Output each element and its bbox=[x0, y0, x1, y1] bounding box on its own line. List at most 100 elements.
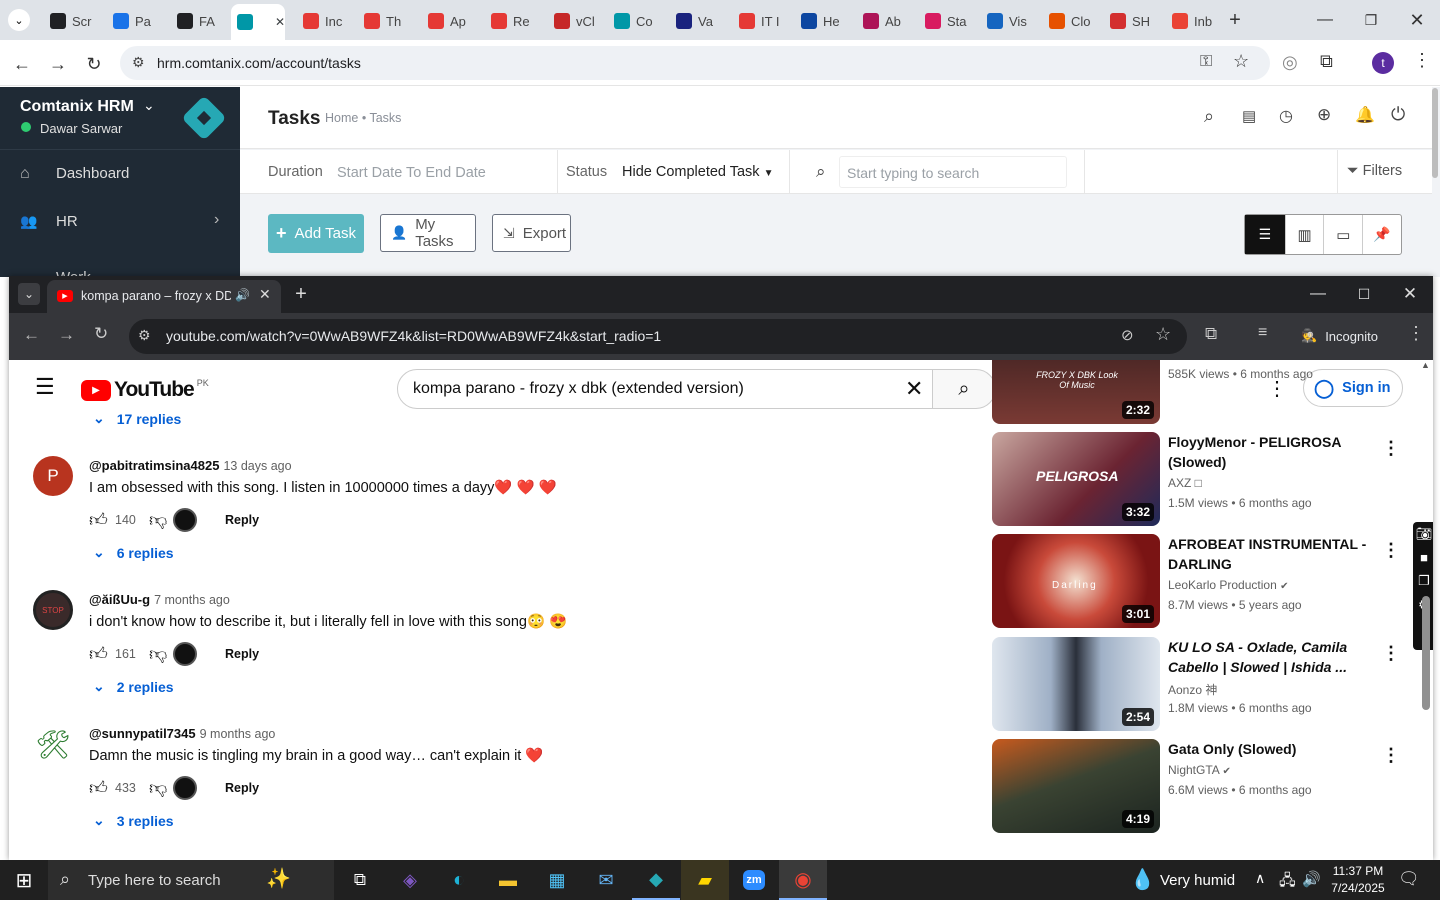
inner-new-tab-button[interactable]: + bbox=[289, 282, 313, 306]
calendar-view-icon[interactable]: ▭ bbox=[1323, 215, 1362, 254]
related-video[interactable]: PELIGROSA 3:32 FloyyMenor - PELIGROSA (S… bbox=[992, 432, 1412, 528]
forward-icon[interactable]: → bbox=[46, 52, 70, 76]
related-video[interactable]: Darling 3:01 AFROBEAT INSTRUMENTAL - DAR… bbox=[992, 534, 1412, 630]
audio-icon[interactable]: 🔊 bbox=[235, 288, 250, 302]
copilot-icon[interactable]: ◈ bbox=[386, 860, 434, 900]
weather-text[interactable]: Very humid bbox=[1160, 872, 1235, 889]
video-menu-icon[interactable]: ⋮ bbox=[1382, 540, 1400, 561]
inner-tab-active[interactable]: ▶ kompa parano – frozy x DD 🔊 ✕ bbox=[47, 280, 281, 313]
volume-icon[interactable]: 🔊 bbox=[1302, 870, 1321, 888]
export-button[interactable]: ⇲ Export bbox=[492, 214, 571, 252]
inner-close-button[interactable]: ✕ bbox=[1395, 282, 1425, 306]
like-icon[interactable]: 👍︎ bbox=[89, 509, 115, 531]
reload-icon[interactable]: ↻ bbox=[82, 52, 106, 76]
video-menu-icon[interactable]: ⋮ bbox=[1382, 438, 1400, 459]
filters-button[interactable]: ⏷ Filters bbox=[1347, 163, 1402, 179]
bookmark-star-icon[interactable]: ☆ bbox=[1155, 324, 1171, 345]
reply-button[interactable]: Reply bbox=[225, 781, 259, 795]
status-select[interactable]: Hide Completed Task ▼ bbox=[622, 164, 774, 180]
restore-button[interactable]: ❐ bbox=[1356, 8, 1386, 32]
related-video[interactable]: 4:19 Gata Only (Slowed) NightGTA ✔ 6.6M … bbox=[992, 739, 1412, 835]
taskbar-search-box[interactable]: ⌕ Type here to search ✨ bbox=[48, 860, 334, 900]
sidebar-item-work[interactable]: Work bbox=[0, 247, 240, 277]
outer-tab-active[interactable]: ✕ bbox=[231, 4, 285, 40]
camera-icon[interactable]: 📷︎ bbox=[1416, 526, 1433, 542]
related-video[interactable]: 2:54 KU LO SA - Oxlade, Camila Cabello |… bbox=[992, 637, 1412, 733]
outer-tab[interactable]: Sta bbox=[915, 8, 967, 34]
like-icon[interactable]: 👍︎ bbox=[89, 643, 115, 665]
outer-tab[interactable]: Scr bbox=[40, 8, 92, 34]
notification-icon[interactable]: 🗨 bbox=[1398, 869, 1420, 889]
clock[interactable]: 11:37 PM 7/24/2025 bbox=[1328, 863, 1388, 897]
outer-tab[interactable]: Va bbox=[666, 8, 713, 34]
avatar[interactable]: P bbox=[33, 456, 73, 496]
site-info-icon[interactable]: ⚙ bbox=[132, 54, 145, 71]
extensions-icon[interactable]: ⧉ bbox=[1320, 51, 1333, 72]
video-channel[interactable]: NightGTA ✔ bbox=[1168, 763, 1231, 777]
new-tab-button[interactable]: + bbox=[1224, 9, 1246, 31]
youtube-search-button[interactable]: ⌕ bbox=[932, 369, 996, 409]
board-view-icon[interactable]: ▥ bbox=[1284, 215, 1324, 254]
sidebar-item-hr[interactable]: 👥 HR › bbox=[0, 199, 240, 245]
youtube-search-box[interactable]: kompa parano - frozy x dbk (extended ver… bbox=[397, 369, 933, 409]
inner-menu-icon[interactable]: ⋮ bbox=[1407, 323, 1425, 344]
tab-close-icon[interactable]: ✕ bbox=[275, 15, 285, 29]
media-control-icon[interactable]: ≡ bbox=[1258, 324, 1267, 342]
hrm-brand[interactable]: Comtanix HRM bbox=[20, 98, 134, 116]
page-scrollbar[interactable] bbox=[1422, 596, 1430, 710]
translate-icon[interactable]: ◎ bbox=[1282, 52, 1298, 73]
outer-tab[interactable]: Re bbox=[481, 8, 530, 34]
breadcrumb[interactable]: Home • Tasks bbox=[325, 111, 401, 125]
comment-time[interactable]: 13 days ago bbox=[223, 459, 291, 473]
video-thumbnail[interactable]: FROZY X DBK Look Of Music 2:32 bbox=[992, 360, 1160, 424]
sticky-notes-icon[interactable]: ▰ bbox=[681, 860, 729, 900]
video-thumbnail[interactable]: 2:54 bbox=[992, 637, 1160, 731]
zoom-icon[interactable]: zm bbox=[730, 860, 778, 900]
video-thumbnail[interactable]: Darling 3:01 bbox=[992, 534, 1160, 628]
outer-tab[interactable]: Vis bbox=[977, 8, 1027, 34]
mail-icon[interactable]: ✉ bbox=[582, 860, 630, 900]
reply-button[interactable]: Reply bbox=[225, 647, 259, 661]
video-menu-icon[interactable]: ⋮ bbox=[1382, 745, 1400, 766]
outer-tab[interactable]: Pa bbox=[103, 8, 151, 34]
duration-input[interactable]: Start Date To End Date bbox=[337, 165, 486, 181]
brand-chevron-icon[interactable]: ⌄ bbox=[143, 97, 155, 114]
close-window-button[interactable]: ✕ bbox=[1402, 8, 1432, 32]
task-view-icon[interactable]: ⧉ bbox=[336, 860, 384, 900]
replies-toggle[interactable]: ⌄ 3 replies bbox=[93, 812, 174, 829]
eye-off-icon[interactable]: ⊘ bbox=[1121, 326, 1134, 344]
inner-tab-search-button[interactable]: ⌄ bbox=[18, 283, 40, 305]
tab-close-icon[interactable]: ✕ bbox=[259, 286, 271, 303]
bell-icon[interactable]: 🔔 bbox=[1355, 105, 1375, 125]
power-icon[interactable]: ⏻ bbox=[1391, 104, 1405, 125]
comment-author[interactable]: @pabitratimsina4825 13 days ago bbox=[89, 458, 292, 473]
avatar[interactable]: STOP bbox=[33, 590, 73, 630]
video-channel[interactable]: AXZ □ bbox=[1168, 476, 1202, 490]
outer-omnibox[interactable]: ⚙ hrm.comtanix.com/account/tasks ⚿ ☆ bbox=[120, 46, 1270, 80]
video-title[interactable]: KU LO SA - Oxlade, Camila Cabello | Slow… bbox=[1168, 637, 1358, 677]
file-explorer-icon[interactable]: ▬ bbox=[484, 860, 532, 900]
pin-view-icon[interactable]: 📌 bbox=[1362, 215, 1401, 254]
reply-button[interactable]: Reply bbox=[225, 513, 259, 527]
reload-icon[interactable]: ↻ bbox=[94, 324, 108, 344]
store-icon[interactable]: ▦ bbox=[533, 860, 581, 900]
scroll-up-arrow-icon[interactable]: ▲ bbox=[1421, 360, 1430, 370]
avatar[interactable]: 🛠 bbox=[33, 724, 73, 764]
outer-tab[interactable]: Inc bbox=[293, 8, 342, 34]
add-circle-icon[interactable]: ⊕ bbox=[1317, 105, 1331, 125]
sticky-note-icon[interactable]: ▤ bbox=[1242, 107, 1256, 125]
comment-time[interactable]: 7 months ago bbox=[154, 593, 230, 607]
video-channel[interactable]: Aonzo 神 bbox=[1168, 681, 1217, 698]
task-search-input[interactable]: Start typing to search bbox=[839, 156, 1067, 188]
comment-author[interactable]: @ăißUu-g 7 months ago bbox=[89, 592, 230, 607]
replies-toggle[interactable]: ⌄ 17 replies bbox=[93, 410, 181, 427]
password-key-icon[interactable]: ⚿ bbox=[1200, 53, 1212, 71]
related-video[interactable]: FROZY X DBK Look Of Music 2:32 585K view… bbox=[992, 360, 1412, 426]
window-capture-icon[interactable]: ❐ bbox=[1418, 573, 1430, 589]
video-menu-icon[interactable]: ⋮ bbox=[1382, 643, 1400, 664]
clear-search-icon[interactable]: ✕ bbox=[905, 376, 923, 402]
back-icon[interactable]: ← bbox=[23, 325, 40, 345]
search-icon[interactable]: ⌕ bbox=[1204, 106, 1214, 127]
clock-icon[interactable]: ◷ bbox=[1279, 106, 1293, 126]
video-record-icon[interactable]: ■ bbox=[1420, 550, 1428, 565]
